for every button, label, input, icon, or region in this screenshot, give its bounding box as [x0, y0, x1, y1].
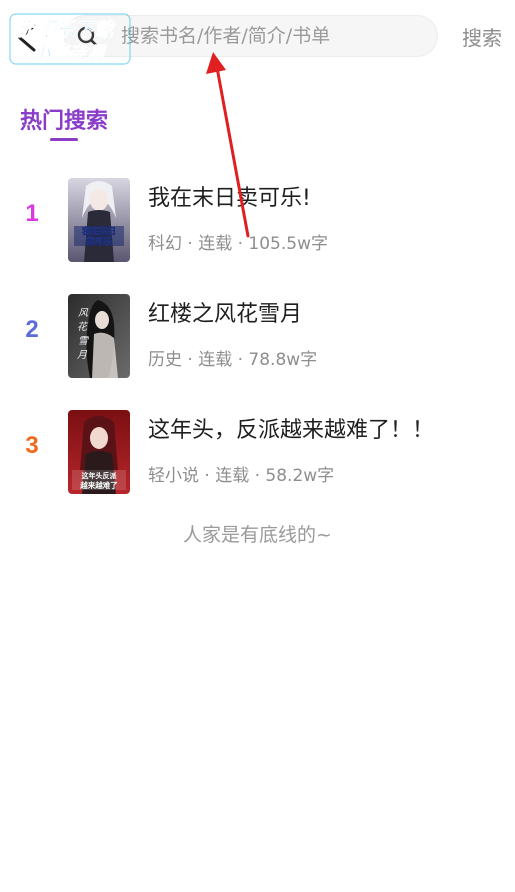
svg-text:卖可乐: 卖可乐 — [86, 236, 112, 247]
back-arrow-icon — [18, 24, 36, 52]
svg-text:雪: 雪 — [78, 336, 89, 347]
svg-text:我在末日: 我在末日 — [82, 226, 116, 237]
search-box[interactable] — [64, 15, 438, 57]
rank-number: 1 — [25, 200, 39, 227]
search-button[interactable]: 搜索 — [462, 22, 502, 51]
search-icon — [77, 26, 99, 48]
hot-search-list: 1 我在末日 卖可乐 我在末日卖可乐! 科幻 · 连载 · 105.5w字 2 … — [0, 172, 515, 520]
book-title: 红楼之风花雪月 — [148, 302, 303, 327]
hot-search-title: 热门搜索 — [20, 109, 109, 134]
list-item[interactable]: 1 我在末日 卖可乐 我在末日卖可乐! 科幻 · 连载 · 105.5w字 — [0, 172, 515, 288]
book-meta: 科幻 · 连载 · 105.5w字 — [148, 234, 328, 254]
rank-number: 2 — [25, 316, 39, 343]
book-cover[interactable]: 我在末日 卖可乐 — [68, 178, 130, 262]
book-cover-image: 风 花 雪 月 — [68, 294, 130, 378]
book-title: 我在末日卖可乐! — [148, 186, 311, 211]
book-cover[interactable]: 风 花 雪 月 — [68, 294, 130, 378]
list-item[interactable]: 2 风 花 雪 月 红楼之风花雪月 历史 · 连载 · 78.8w字 — [0, 288, 515, 404]
book-cover[interactable]: 这年头反派 越来越难了 — [68, 410, 130, 494]
book-cover-image: 这年头反派 越来越难了 — [68, 410, 130, 494]
list-item[interactable]: 3 这年头反派 越来越难了 这年头，反派越来越难了！！ 轻小说 · 连载 · 5… — [0, 404, 515, 520]
svg-text:这年头反派: 这年头反派 — [82, 471, 118, 480]
book-meta: 轻小说 · 连载 · 58.2w字 — [148, 466, 335, 486]
rank-number: 3 — [25, 432, 39, 459]
book-title: 这年头，反派越来越难了！！ — [148, 418, 435, 443]
back-button[interactable] — [10, 18, 50, 58]
svg-text:越来越难了: 越来越难了 — [79, 480, 118, 490]
search-input[interactable] — [121, 16, 421, 56]
top-bar: 搜索 — [0, 0, 515, 72]
end-of-list-note: 人家是有底线的~ — [183, 524, 332, 546]
book-meta: 历史 · 连载 · 78.8w字 — [148, 350, 318, 370]
hot-search-underline — [50, 138, 78, 141]
svg-text:风: 风 — [78, 308, 89, 319]
svg-text:月: 月 — [77, 350, 88, 361]
book-cover-image: 我在末日 卖可乐 — [68, 178, 130, 262]
